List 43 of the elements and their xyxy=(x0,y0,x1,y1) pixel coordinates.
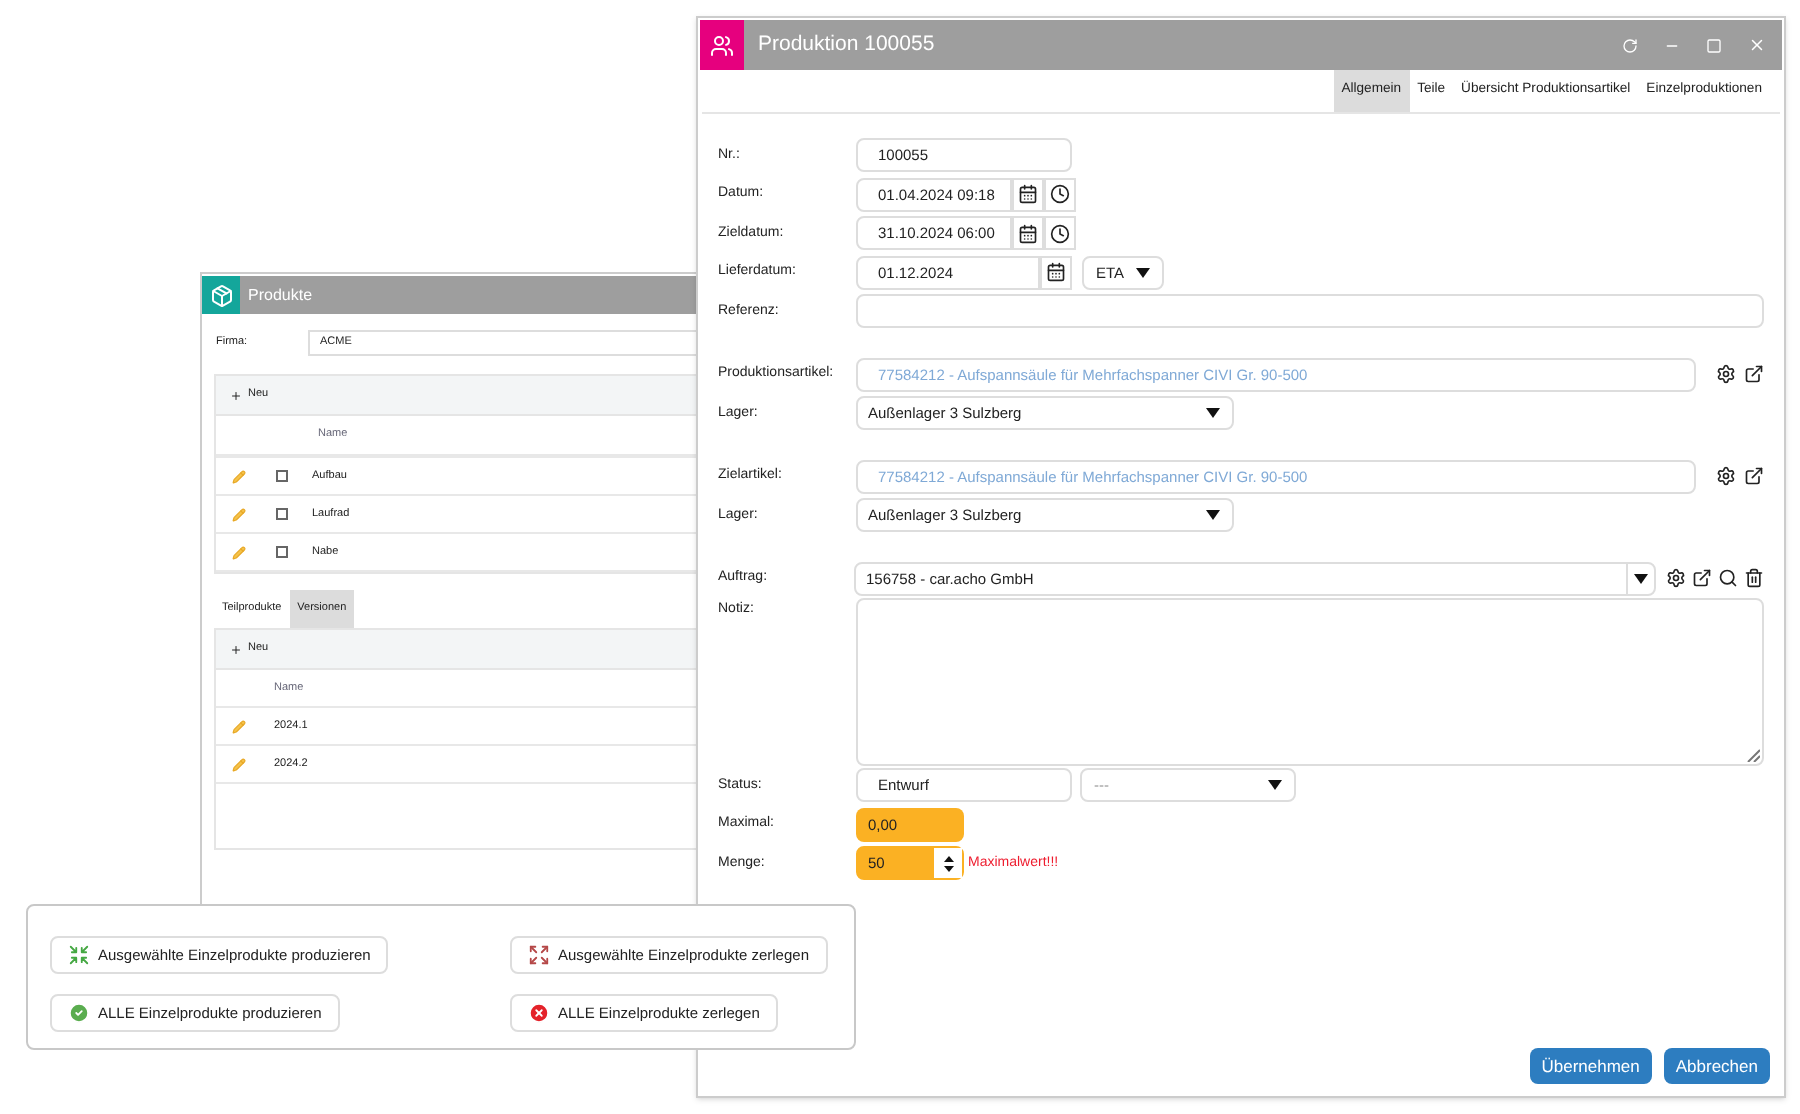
clock-button[interactable] xyxy=(1044,177,1076,212)
caret-icon xyxy=(1206,510,1220,521)
trash-icon[interactable] xyxy=(1744,568,1764,589)
calendar-icon xyxy=(1018,223,1038,244)
calendar-button[interactable] xyxy=(1012,216,1044,251)
expand-icon xyxy=(528,944,550,966)
clock-icon xyxy=(1050,223,1070,244)
people-icon xyxy=(710,33,734,57)
caret-icon xyxy=(1136,267,1150,278)
notes-field[interactable] xyxy=(856,598,1764,766)
external-link-icon[interactable] xyxy=(1744,364,1764,385)
shrink-icon xyxy=(68,944,90,966)
clock-button[interactable] xyxy=(1044,216,1076,251)
check-icon xyxy=(68,1002,90,1024)
box-icon xyxy=(209,283,233,307)
row-checkbox[interactable] xyxy=(276,508,288,520)
settings-icon[interactable] xyxy=(1666,568,1686,589)
search-icon[interactable] xyxy=(1718,568,1738,589)
caret-icon xyxy=(1206,408,1220,419)
external-link-icon[interactable] xyxy=(1744,466,1764,487)
window-title: Produktion 100055 xyxy=(758,29,935,60)
caret-icon xyxy=(1268,780,1282,791)
refresh-icon[interactable] xyxy=(1622,37,1638,53)
settings-icon[interactable] xyxy=(1716,364,1736,385)
window-title: Produkte xyxy=(248,283,313,307)
cross-icon xyxy=(528,1002,550,1024)
calendar-button[interactable] xyxy=(1012,177,1044,212)
settings-icon[interactable] xyxy=(1716,466,1736,487)
plus-icon xyxy=(230,643,242,655)
row-checkbox[interactable] xyxy=(276,546,288,558)
calendar-button[interactable] xyxy=(1040,255,1072,290)
plus-icon xyxy=(230,389,242,401)
reference-field[interactable] xyxy=(856,294,1764,329)
close-icon[interactable] xyxy=(1748,36,1766,54)
calendar-icon xyxy=(1046,262,1066,283)
external-link-icon[interactable] xyxy=(1692,568,1712,589)
dialog-button[interactable]: Abbrechen xyxy=(1663,1048,1770,1084)
calendar-icon xyxy=(1018,184,1038,205)
clock-icon xyxy=(1050,184,1070,205)
caret-icon xyxy=(1634,573,1648,584)
row-checkbox[interactable] xyxy=(276,470,288,482)
resize-handle-icon[interactable] xyxy=(1746,748,1760,762)
dialog-button[interactable]: Übernehmen xyxy=(1529,1048,1652,1084)
